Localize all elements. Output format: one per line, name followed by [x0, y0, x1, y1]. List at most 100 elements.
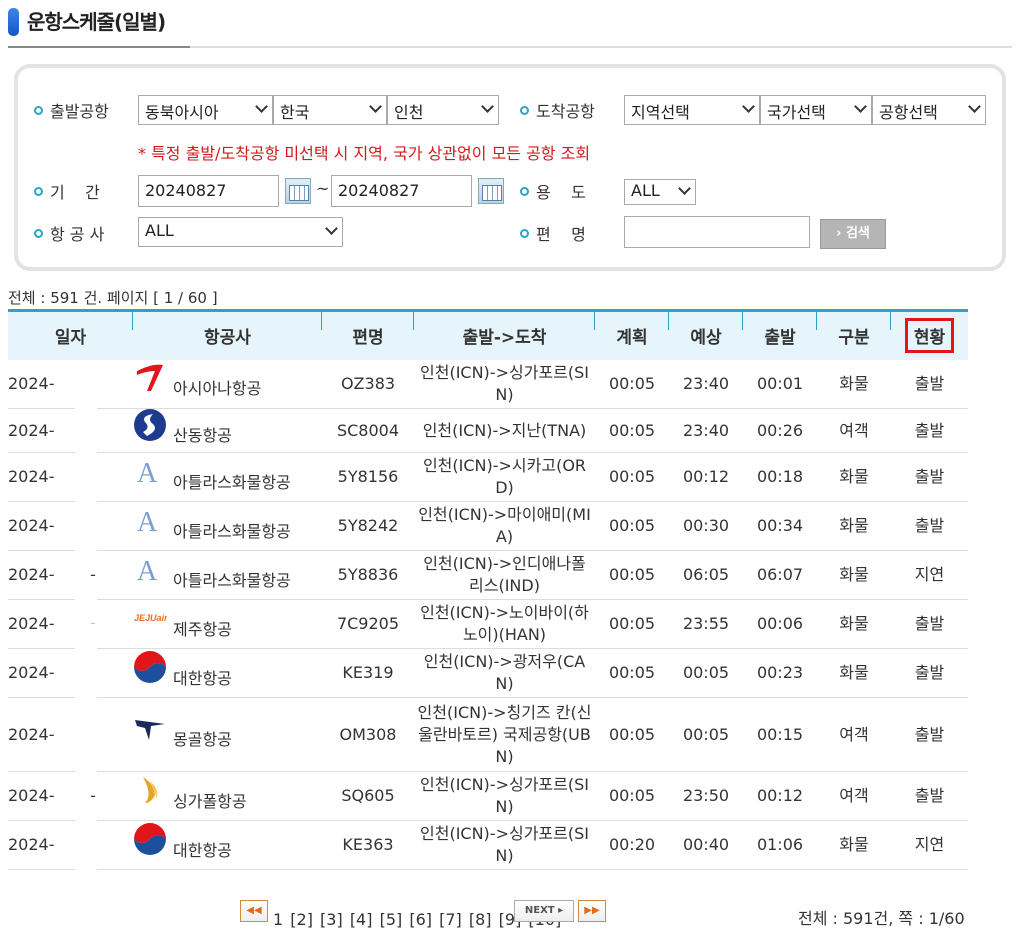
airline-select[interactable]: ALL	[138, 217, 343, 247]
date-column-mask	[75, 360, 97, 880]
cell-type: 화물	[817, 550, 891, 600]
cell-date: 2024- -	[8, 359, 133, 409]
cell-status: 출발	[891, 359, 968, 409]
arr-country-select[interactable]: 국가선택	[760, 95, 872, 125]
cell-route: 인천(ICN)->마이애미(MIA)	[414, 501, 595, 551]
cell-flight[interactable]: 5Y8242	[322, 501, 414, 551]
col-header-plan[interactable]: 계획	[595, 309, 670, 360]
page-link[interactable]: [7]	[439, 910, 462, 929]
table-row[interactable]: 2024- -산동항공SC8004인천(ICN)->지난(TNA)00:0523…	[8, 408, 968, 453]
col-header-est[interactable]: 예상	[669, 309, 744, 360]
flight-label: 편 명	[520, 221, 586, 245]
page-link[interactable]: [8]	[469, 910, 492, 929]
cell-flight[interactable]: KE363	[322, 820, 414, 870]
cell-airline: 대한항공	[133, 820, 322, 870]
arr-region-select[interactable]: 지역선택	[624, 95, 760, 125]
cell-flight[interactable]: OM308	[322, 697, 414, 772]
table-row[interactable]: 2024- -A아틀라스화물항공5Y8242인천(ICN)->마이애미(MIA)…	[8, 501, 968, 551]
table-row[interactable]: 2024- -A아틀라스화물항공5Y8156인천(ICN)->시카고(ORD)0…	[8, 452, 968, 502]
dep-region-select[interactable]: 동북아시아	[138, 95, 273, 125]
dep-airport-select[interactable]: 인천	[387, 95, 499, 125]
calendar-to-icon[interactable]	[478, 178, 504, 204]
cell-plan: 00:20	[595, 820, 669, 870]
date-to-input[interactable]: 20240827	[331, 175, 472, 207]
cell-status: 출발	[891, 771, 968, 821]
bullet-icon	[520, 106, 529, 115]
cell-flight[interactable]: SQ605	[322, 771, 414, 821]
usage-select[interactable]: ALL	[624, 179, 696, 205]
first-page-button[interactable]: ◀◀	[240, 900, 268, 922]
arr-airport-label: 도착공항	[520, 98, 595, 122]
koreanair-logo	[133, 650, 167, 684]
cell-airline: 싱가폴항공	[133, 771, 322, 821]
cell-flight[interactable]: SC8004	[322, 408, 414, 453]
cell-est: 00:05	[669, 648, 743, 698]
search-button[interactable]: › 검색	[820, 219, 886, 249]
page-link[interactable]: [3]	[320, 910, 343, 929]
col-header-date[interactable]: 일자	[8, 309, 134, 360]
last-page-button[interactable]: ▶▶	[578, 900, 606, 922]
arr-airport-select[interactable]: 공항선택	[872, 95, 986, 125]
cell-est: 23:55	[669, 599, 743, 649]
page-link[interactable]: [5]	[380, 910, 403, 929]
table-row[interactable]: 2024- -아시아나항공OZ383인천(ICN)->싱가포르(SIN)00:0…	[8, 359, 968, 409]
dep-country-select[interactable]: 한국	[273, 95, 387, 125]
airline-label: 항 공 사	[34, 221, 104, 245]
flight-number-input[interactable]	[624, 216, 810, 248]
col-header-route[interactable]: 출발->도착	[414, 309, 596, 360]
cell-status: 출발	[891, 408, 968, 453]
table-row[interactable]: 2024- -대한항공KE319인천(ICN)->광저우(CAN)00:0500…	[8, 648, 968, 698]
atlas-logo: A	[133, 454, 167, 489]
table-row[interactable]: 2024- -대한항공KE363인천(ICN)->싱가포르(SIN)00:200…	[8, 820, 968, 870]
chevron-down-icon	[481, 100, 494, 113]
cell-type: 화물	[817, 501, 891, 551]
pager-total: 전체 : 591건, 쪽 : 1/60	[798, 909, 965, 928]
cell-date: 2024- -	[8, 697, 133, 772]
atlas-logo: A	[133, 503, 167, 538]
next-button[interactable]: NEXT ▸	[514, 900, 574, 922]
cell-route: 인천(ICN)->칭기즈 칸(신 울란바토르) 국제공항(UBN)	[414, 697, 595, 772]
table-row[interactable]: 2024- -JEJUair제주항공7C9205인천(ICN)->노이바이(하노…	[8, 599, 968, 649]
page-link[interactable]: [4]	[350, 910, 373, 929]
col-header-flight[interactable]: 편명	[322, 309, 415, 360]
result-count: 전체 : 591 건. 페이지 [ 1 / 60 ]	[8, 289, 218, 307]
bullet-icon	[34, 229, 43, 238]
cell-date: 2024- -	[8, 599, 133, 649]
cell-flight[interactable]: 5Y8836	[322, 550, 414, 600]
cell-date: 2024- -	[8, 501, 133, 551]
chevron-down-icon	[742, 100, 755, 113]
page-link[interactable]: [6]	[409, 910, 432, 929]
cell-est: 06:05	[669, 550, 743, 600]
cell-dep: 00:06	[743, 599, 817, 649]
cell-status: 지연	[891, 550, 968, 600]
page-link[interactable]: [2]	[290, 910, 313, 929]
cell-est: 00:12	[669, 452, 743, 502]
table-row[interactable]: 2024- -싱가폴항공SQ605인천(ICN)->싱가포르(SIN)00:05…	[8, 771, 968, 821]
shandong-logo	[133, 408, 167, 442]
date-from-input[interactable]: 20240827	[138, 175, 279, 207]
cell-type: 여객	[817, 408, 891, 453]
col-header-dep[interactable]: 출발	[743, 309, 818, 360]
cell-flight[interactable]: 5Y8156	[322, 452, 414, 502]
bullet-icon	[34, 106, 43, 115]
col-header-airline[interactable]: 항공사	[133, 309, 323, 360]
table-row[interactable]: 2024- -몽골항공OM308인천(ICN)->칭기즈 칸(신 울란바토르) …	[8, 697, 968, 772]
cell-flight[interactable]: KE319	[322, 648, 414, 698]
col-header-status[interactable]: 현황	[891, 309, 968, 360]
status-header-highlight: 현황	[904, 318, 955, 354]
calendar-from-icon[interactable]	[285, 178, 311, 204]
col-header-type[interactable]: 구분	[817, 309, 892, 360]
search-warning: * 특정 출발/도착공항 미선택 시 지역, 국가 상관없이 모든 공항 조회	[138, 144, 591, 163]
cell-flight[interactable]: OZ383	[322, 359, 414, 409]
cell-est: 23:50	[669, 771, 743, 821]
svg-text:A: A	[137, 507, 158, 537]
cell-flight[interactable]: 7C9205	[322, 599, 414, 649]
asiana-logo	[133, 361, 167, 395]
table-row[interactable]: 2024- -A아틀라스화물항공5Y8836인천(ICN)->인디애나폴리스(I…	[8, 550, 968, 600]
cell-airline: JEJUair 제주항공	[133, 599, 322, 649]
bullet-icon	[34, 187, 43, 196]
cell-type: 화물	[817, 359, 891, 409]
singapore-logo	[133, 773, 167, 807]
cell-est: 00:40	[669, 820, 743, 870]
title-divider-accent	[8, 46, 190, 48]
